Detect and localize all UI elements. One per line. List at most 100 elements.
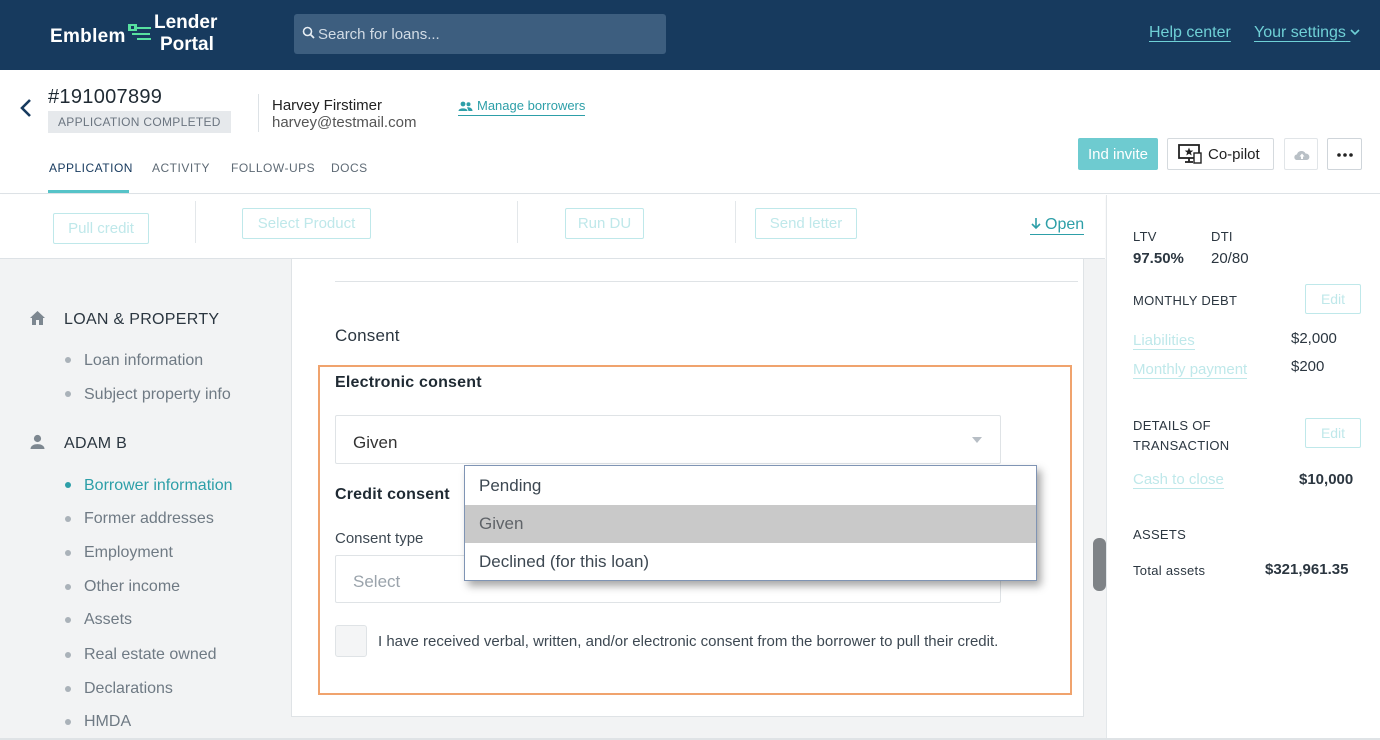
your-settings-menu[interactable]: Your settings [1254, 24, 1360, 42]
copilot-monitor-icon [1178, 144, 1202, 164]
tab-application[interactable]: APPLICATION [49, 161, 133, 175]
back-arrow-icon[interactable] [18, 98, 34, 118]
brand-name-left: Emblem [50, 26, 126, 47]
caret-down-icon [972, 437, 982, 443]
action-divider [195, 201, 196, 243]
section-adam-b[interactable]: ADAM B [64, 435, 127, 453]
nav-dot [65, 357, 71, 363]
application-sidebar [0, 259, 270, 740]
transaction-edit-button[interactable]: Edit [1305, 418, 1361, 448]
sidebar-item-employment[interactable]: Employment [84, 544, 173, 562]
search-input[interactable] [318, 14, 658, 54]
option-given[interactable]: Given [465, 505, 1036, 543]
chevron-down-icon [1350, 29, 1360, 36]
top-nav-bar: Emblem Lender Portal Help center Your se… [0, 0, 1380, 70]
borrower-name: Harvey Firstimer [272, 97, 383, 114]
credit-consent-label: Credit consent [335, 486, 450, 503]
nav-dot [65, 482, 71, 488]
people-icon [458, 101, 473, 111]
details-transaction-label-2: TRANSACTION [1133, 438, 1230, 453]
action-divider [735, 201, 736, 243]
tab-follow-ups[interactable]: FOLLOW-UPS [231, 161, 315, 175]
manage-borrowers-link[interactable]: Manage borrowers [458, 98, 586, 116]
cash-to-close-value: $10,000 [1299, 471, 1354, 488]
home-icon [30, 311, 45, 325]
help-center-link[interactable]: Help center [1149, 24, 1231, 42]
electronic-consent-select[interactable]: Given [335, 415, 1001, 464]
arrow-down-icon [1031, 218, 1041, 230]
sidebar-item-assets[interactable]: Assets [84, 611, 132, 629]
monthly-debt-edit-button[interactable]: Edit [1305, 284, 1361, 314]
sidebar-item-hmda[interactable]: HMDA [84, 713, 131, 731]
nav-dot [65, 550, 71, 556]
nav-dot [65, 584, 71, 590]
consent-type-label: Consent type [335, 530, 424, 547]
cloud-upload-icon [1294, 150, 1310, 160]
electronic-consent-value: Given [353, 433, 398, 452]
cloud-upload-button[interactable] [1284, 138, 1318, 170]
dti-value: 20/80 [1211, 250, 1249, 267]
open-label: Open [1045, 216, 1085, 233]
consent-section-title: Consent [335, 326, 400, 345]
person-icon [30, 434, 45, 449]
nav-dot [65, 516, 71, 522]
loan-summary-panel: LTV 97.50% DTI 20/80 MONTHLY DEBT Edit L… [1106, 195, 1380, 740]
loan-header: #191007899 APPLICATION COMPLETED Harvey … [0, 70, 1380, 194]
section-loan-property[interactable]: LOAN & PROPERTY [64, 311, 219, 329]
pull-credit-button[interactable]: Pull credit [53, 213, 149, 244]
option-pending[interactable]: Pending [465, 467, 1036, 505]
ltv-value: 97.50% [1133, 250, 1184, 267]
credit-consent-checkbox-text: I have received verbal, written, and/or … [378, 633, 999, 650]
header-divider [258, 94, 259, 132]
sidebar-item-declarations[interactable]: Declarations [84, 680, 173, 698]
details-transaction-label-1: DETAILS OF [1133, 418, 1211, 433]
borrower-email: harvey@testmail.com [272, 114, 417, 131]
nav-dot [65, 391, 71, 397]
electronic-consent-dropdown: Pending Given Declined (for this loan) [464, 465, 1037, 581]
liabilities-link[interactable]: Liabilities [1133, 332, 1195, 350]
sidebar-item-real-estate-owned[interactable]: Real estate owned [84, 646, 217, 664]
monthly-debt-label: MONTHLY DEBT [1133, 293, 1238, 308]
brand-name-right: Lender Portal [154, 12, 217, 56]
sidebar-item-borrower-information[interactable]: Borrower information [84, 477, 233, 495]
consent-type-placeholder: Select [353, 572, 401, 591]
assets-label: ASSETS [1133, 527, 1187, 542]
total-assets-value: $321,961.35 [1265, 561, 1349, 578]
brand-line-1: Lender [154, 12, 218, 33]
loan-search [294, 14, 666, 54]
sidebar-item-former-addresses[interactable]: Former addresses [84, 510, 214, 528]
credit-consent-checkbox[interactable] [335, 625, 367, 657]
copilot-label: Co-pilot [1208, 145, 1260, 163]
tab-activity[interactable]: ACTIVITY [152, 161, 210, 175]
settings-label: Your settings [1254, 24, 1346, 41]
loan-action-bar: Pull credit Select Product Run DU Send l… [0, 195, 1105, 259]
sidebar-item-other-income[interactable]: Other income [84, 578, 180, 596]
loan-id: #191007899 [48, 86, 163, 108]
logo-mark-icon [128, 24, 151, 40]
sidebar-item-subject-property[interactable]: Subject property info [84, 386, 231, 404]
copilot-button[interactable]: Co-pilot [1167, 138, 1274, 170]
select-product-button[interactable]: Select Product [242, 208, 371, 239]
monthly-payment-value: $200 [1291, 358, 1325, 375]
run-du-button[interactable]: Run DU [565, 208, 644, 239]
active-tab-indicator [48, 190, 129, 193]
cash-to-close-link[interactable]: Cash to close [1133, 471, 1224, 489]
action-divider [517, 201, 518, 243]
scrollbar-thumb[interactable] [1093, 538, 1106, 591]
search-icon [302, 26, 315, 39]
ind-invite-button[interactable]: Ind invite [1078, 138, 1158, 170]
nav-dot [65, 686, 71, 692]
send-letter-button[interactable]: Send letter [755, 208, 857, 239]
brand-line-2: Portal [160, 34, 214, 55]
status-badge: APPLICATION COMPLETED [48, 111, 231, 133]
more-options-button[interactable] [1327, 138, 1362, 170]
monthly-payment-link[interactable]: Monthly payment [1133, 361, 1248, 379]
tab-docs[interactable]: DOCS [331, 161, 368, 175]
sidebar-item-loan-information[interactable]: Loan information [84, 352, 203, 370]
total-assets-label: Total assets [1133, 563, 1206, 578]
nav-dot [65, 617, 71, 623]
more-dots-icon [1337, 153, 1353, 157]
ltv-label: LTV [1133, 229, 1157, 244]
option-declined[interactable]: Declined (for this loan) [465, 543, 1036, 581]
open-link[interactable]: Open [1030, 216, 1085, 235]
